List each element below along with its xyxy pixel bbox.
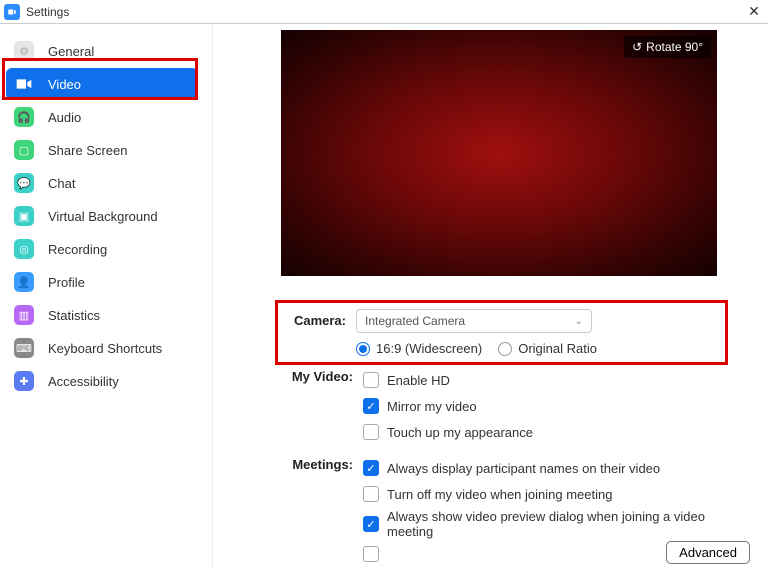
checkbox-label: Always show video preview dialog when jo… (387, 509, 728, 539)
sidebar-item-share-screen[interactable]: ▢ Share Screen (0, 134, 212, 166)
chat-icon: 💬 (14, 173, 34, 193)
checkbox-unchecked (363, 546, 379, 562)
sidebar-item-label: Accessibility (48, 374, 119, 389)
my-video-section-label: My Video: (281, 365, 363, 384)
titlebar: Settings ✕ (0, 0, 768, 24)
record-icon: ◎ (14, 239, 34, 259)
camera-select[interactable]: Integrated Camera ⌄ (356, 309, 592, 333)
aspect-original-radio[interactable]: Original Ratio (498, 341, 597, 356)
checkbox-unchecked (363, 372, 379, 388)
stats-icon: ▥ (14, 305, 34, 325)
share-screen-icon: ▢ (14, 140, 34, 160)
show-preview-checkbox[interactable]: ✓ Always show video preview dialog when j… (363, 509, 728, 539)
sidebar-item-statistics[interactable]: ▥ Statistics (0, 299, 212, 331)
turn-off-video-checkbox[interactable]: Turn off my video when joining meeting (363, 483, 728, 505)
sidebar-item-label: Video (48, 77, 81, 92)
touch-up-checkbox[interactable]: Touch up my appearance (363, 421, 728, 443)
checkbox-unchecked (363, 424, 379, 440)
checkbox-checked: ✓ (363, 516, 379, 532)
image-icon: ▣ (14, 206, 34, 226)
camera-selected-value: Integrated Camera (365, 314, 465, 328)
checkbox-label: Mirror my video (387, 399, 477, 414)
aspect-16-9-radio[interactable]: 16:9 (Widescreen) (356, 341, 482, 356)
chevron-down-icon: ⌄ (575, 316, 583, 327)
close-button[interactable]: ✕ (744, 3, 764, 20)
radio-dot (498, 342, 512, 356)
window-title: Settings (26, 5, 69, 19)
checkbox-label: Turn off my video when joining meeting (387, 487, 612, 502)
settings-sidebar: ⚙ General Video 🎧 Audio ▢ Share Screen 💬 Cha… (0, 24, 213, 570)
sidebar-item-keyboard-shortcuts[interactable]: ⌨ Keyboard Shortcuts (0, 332, 212, 364)
sidebar-item-general[interactable]: ⚙ General (0, 35, 212, 67)
sidebar-item-recording[interactable]: ◎ Recording (0, 233, 212, 265)
sidebar-item-label: Keyboard Shortcuts (48, 341, 162, 356)
advanced-label: Advanced (679, 545, 737, 560)
camera-section-highlight: Camera: Integrated Camera ⌄ 16:9 (Widesc… (275, 300, 728, 365)
meetings-section-label: Meetings: (281, 453, 363, 472)
checkbox-label: Enable HD (387, 373, 450, 388)
sidebar-item-video[interactable]: Video (6, 68, 198, 100)
sidebar-item-label: Chat (48, 176, 75, 191)
radio-dot-selected (356, 342, 370, 356)
checkbox-checked: ✓ (363, 398, 379, 414)
rotate-icon: ↺ (632, 40, 642, 54)
sidebar-item-label: Statistics (48, 308, 100, 323)
video-preview-canvas (281, 30, 717, 276)
checkbox-label: Always display participant names on thei… (387, 461, 660, 476)
sidebar-item-accessibility[interactable]: ✚ Accessibility (0, 365, 212, 397)
app-icon (4, 4, 20, 20)
sidebar-item-label: Profile (48, 275, 85, 290)
sidebar-item-label: Virtual Background (48, 209, 158, 224)
sidebar-item-profile[interactable]: 👤 Profile (0, 266, 212, 298)
sidebar-item-label: Audio (48, 110, 81, 125)
display-names-checkbox[interactable]: ✓ Always display participant names on the… (363, 457, 728, 479)
checkbox-checked: ✓ (363, 460, 379, 476)
sidebar-item-label: Recording (48, 242, 107, 257)
gear-icon: ⚙ (14, 41, 34, 61)
settings-content: ↺ Rotate 90° Camera: Integrated Camera ⌄… (213, 24, 768, 570)
radio-label: 16:9 (Widescreen) (376, 341, 482, 356)
checkbox-unchecked (363, 486, 379, 502)
camera-section-label: Camera: (278, 309, 356, 356)
rotate-button[interactable]: ↺ Rotate 90° (624, 36, 711, 58)
sidebar-item-audio[interactable]: 🎧 Audio (0, 101, 212, 133)
headphones-icon: 🎧 (14, 107, 34, 127)
sidebar-item-label: Share Screen (48, 143, 128, 158)
video-preview: ↺ Rotate 90° (281, 30, 717, 276)
mirror-video-checkbox[interactable]: ✓ Mirror my video (363, 395, 728, 417)
advanced-button[interactable]: Advanced (666, 541, 750, 564)
user-icon: 👤 (14, 272, 34, 292)
accessibility-icon: ✚ (14, 371, 34, 391)
video-icon (14, 74, 34, 94)
checkbox-label: Touch up my appearance (387, 425, 533, 440)
sidebar-item-virtual-background[interactable]: ▣ Virtual Background (0, 200, 212, 232)
keyboard-icon: ⌨ (14, 338, 34, 358)
radio-label: Original Ratio (518, 341, 597, 356)
rotate-label: Rotate 90° (646, 40, 703, 54)
sidebar-item-chat[interactable]: 💬 Chat (0, 167, 212, 199)
enable-hd-checkbox[interactable]: Enable HD (363, 369, 728, 391)
sidebar-item-label: General (48, 44, 94, 59)
